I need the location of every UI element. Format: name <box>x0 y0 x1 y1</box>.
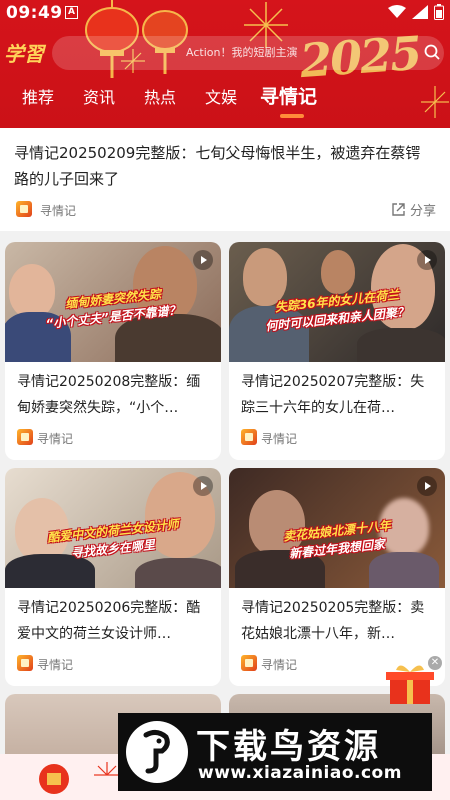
share-button[interactable]: 分享 <box>391 200 436 219</box>
play-icon <box>417 250 437 270</box>
source-logo-icon <box>241 429 257 445</box>
video-thumbnail[interactable]: 卖花姑娘北漂十八年 新春过年我想回家 <box>229 468 445 588</box>
video-thumbnail[interactable]: 失踪36年的女儿在荷兰 何时可以回来和亲人团聚？ <box>229 242 445 362</box>
search-icon[interactable] <box>424 44 440 60</box>
watermark-banner: 下载鸟资源 www.xiazainiao.com <box>118 713 432 791</box>
play-icon <box>193 250 213 270</box>
battery-icon <box>434 4 444 20</box>
signal-icon <box>412 5 428 19</box>
notification-icon: A <box>65 6 78 19</box>
video-card[interactable]: 卖花姑娘北漂十八年 新春过年我想回家 寻情记20250205完整版：卖花姑娘北漂… <box>229 468 445 686</box>
watermark-url: www.xiazainiao.com <box>198 763 402 783</box>
video-title[interactable]: 寻情记20250205完整版：卖花姑娘北漂十八年，新… <box>241 595 437 647</box>
watermark-logo-icon <box>126 721 188 783</box>
video-title[interactable]: 寻情记20250207完整版：失踪三十六年的女儿在荷… <box>241 369 437 421</box>
news-title[interactable]: 寻情记20250209完整版：七旬父母悔恨半生，被遗弃在蔡锷路的儿子回来了 <box>14 140 434 192</box>
video-card[interactable]: 缅甸娇妻突然失踪 “小个丈夫”是否不靠谱？ 寻情记20250208完整版：缅甸娇… <box>5 242 221 460</box>
video-card[interactable]: 酷爱中文的荷兰女设计师 寻找故乡在哪里 寻情记20250206完整版：酷爱中文的… <box>5 468 221 686</box>
tab-xunqingji[interactable]: 寻情记 <box>260 82 317 109</box>
tab-news[interactable]: 资讯 <box>83 84 115 108</box>
app-logo[interactable]: 学習 <box>4 38 44 67</box>
tab-entertainment[interactable]: 文娱 <box>205 84 237 108</box>
wifi-icon <box>388 5 406 18</box>
video-card[interactable]: 失踪36年的女儿在荷兰 何时可以回来和亲人团聚？ 寻情记20250207完整版：… <box>229 242 445 460</box>
source-logo-icon <box>241 655 257 671</box>
video-thumbnail[interactable]: 缅甸娇妻突然失踪 “小个丈夫”是否不靠谱？ <box>5 242 221 362</box>
source-label: 寻情记 <box>40 204 77 218</box>
source-logo-icon <box>16 201 32 217</box>
tab-hot[interactable]: 热点 <box>144 84 176 108</box>
source-label: 寻情记 <box>37 432 74 446</box>
share-label: 分享 <box>409 204 436 219</box>
source-label: 寻情记 <box>261 432 298 446</box>
search-placeholder[interactable]: Action！我的短剧主演 <box>186 44 297 60</box>
source-label: 寻情记 <box>261 658 298 672</box>
status-bar: 09:49 A <box>0 0 450 28</box>
video-title[interactable]: 寻情记20250208完整版：缅甸娇妻突然失踪，“小个… <box>17 369 213 421</box>
tab-recommend[interactable]: 推荐 <box>22 84 54 108</box>
channel-tabs: 推荐 资讯 热点 文娱 寻情记 <box>0 84 450 116</box>
play-icon <box>193 476 213 496</box>
source-logo-icon <box>17 429 33 445</box>
gift-icon[interactable] <box>380 664 440 704</box>
news-item[interactable]: 寻情记20250209完整版：七旬父母悔恨半生，被遗弃在蔡锷路的儿子回来了 寻情… <box>0 128 450 231</box>
play-icon <box>417 476 437 496</box>
source-logo-icon <box>17 655 33 671</box>
watermark-title: 下载鸟资源 <box>196 727 381 767</box>
status-time: 09:49 <box>6 3 63 23</box>
share-icon <box>392 203 405 216</box>
app-header: 2025 09:49 A 学習 Action！我的短剧主演 推荐 资讯 热点 文… <box>0 0 450 128</box>
home-icon[interactable] <box>36 762 72 796</box>
active-tab-indicator <box>280 114 304 118</box>
source-label: 寻情记 <box>37 658 74 672</box>
video-thumbnail[interactable]: 酷爱中文的荷兰女设计师 寻找故乡在哪里 <box>5 468 221 588</box>
video-title[interactable]: 寻情记20250206完整版：酷爱中文的荷兰女设计师… <box>17 595 213 647</box>
